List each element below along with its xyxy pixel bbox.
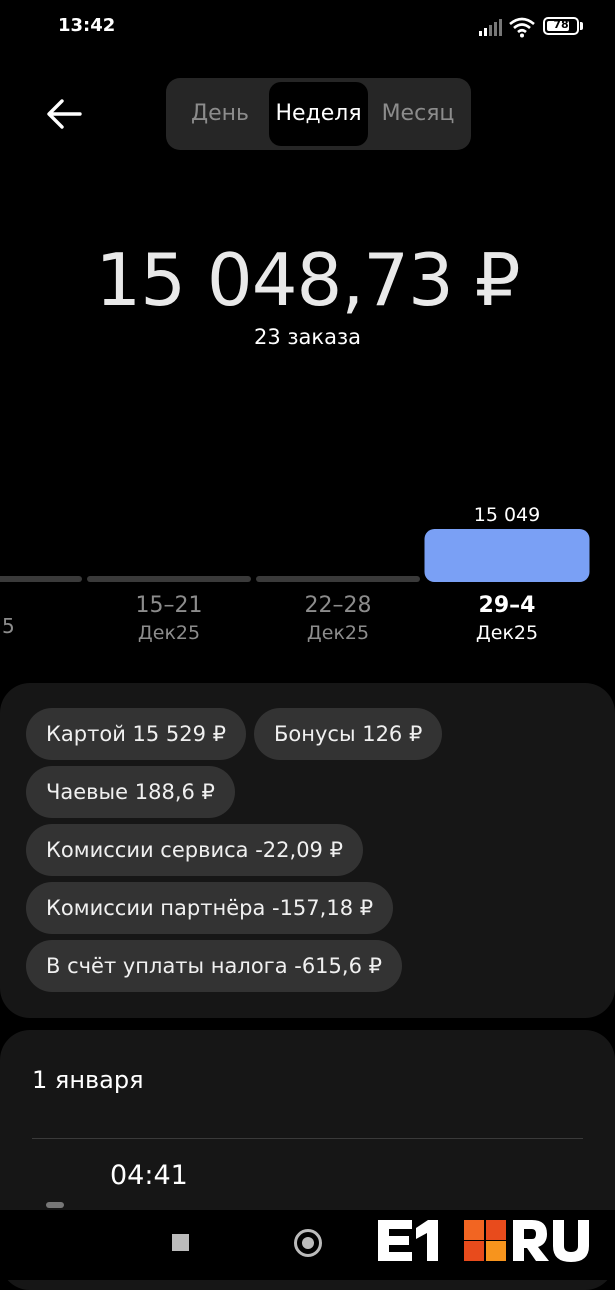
chart-data-label: 15 049	[474, 504, 540, 526]
history-date: 1 января	[32, 1066, 144, 1094]
chart-tick-label-1: 22–28	[305, 593, 372, 618]
tab-month[interactable]: Месяц	[372, 82, 464, 146]
wifi-icon	[509, 17, 535, 38]
battery-percent: 78	[553, 18, 569, 31]
divider	[32, 1138, 583, 1139]
home-icon[interactable]	[294, 1229, 322, 1257]
weekly-earnings-chart[interactable]: Дек25 15–21 Дек25 22–28 Дек25 29–4 Дек25 15 049	[0, 490, 615, 660]
chart-tick-label-0: 15–21	[136, 593, 203, 618]
pill-card: Картой 15 529 ₽	[26, 708, 247, 760]
chart-bar-2[interactable]	[424, 529, 590, 582]
orders-count: 23 заказа	[253, 325, 362, 349]
status-time: 13:42	[58, 15, 116, 36]
breakdown-card: Картой 15 529 ₽ Бонусы 126 ₽ Чаевые 188,…	[0, 683, 615, 1018]
order-time[interactable]: 04:41	[110, 1160, 188, 1191]
recent-apps-icon[interactable]	[172, 1234, 189, 1251]
battery-icon: 78	[543, 17, 579, 35]
battery-tip	[580, 22, 583, 30]
total-amount: 15 048,73 ₽	[95, 238, 520, 322]
arrow-left-icon[interactable]	[40, 92, 88, 136]
order-status-icon	[46, 1202, 64, 1208]
pill-tips: Чаевые 188,6 ₽	[26, 766, 235, 818]
chart-bar-0[interactable]	[87, 576, 251, 582]
pill-tax: В счёт уплаты налога -615,6 ₽	[26, 940, 402, 992]
chart-tick-label-2: 29–4	[479, 593, 536, 618]
pill-partner-fee: Комиссии партнёра -157,18 ₽	[26, 882, 394, 934]
chart-tick-sublabel-2: Дек25	[476, 622, 538, 644]
tab-day[interactable]: День	[174, 82, 266, 146]
chart-bar-1[interactable]	[256, 576, 420, 582]
chart-tick-sublabel-1: Дек25	[307, 622, 369, 644]
e1-logo	[378, 1220, 589, 1262]
chart-tick-sublabel-0: Дек25	[138, 622, 200, 644]
pill-service-fee: Комиссии сервиса -22,09 ₽	[26, 824, 363, 876]
chart-tick-sub-previous: Дек25	[0, 614, 15, 638]
period-switcher: День Неделя Месяц	[166, 78, 471, 150]
tab-week[interactable]: Неделя	[269, 82, 368, 146]
pill-bonuses: Бонусы 126 ₽	[254, 708, 443, 760]
signal-icon	[479, 19, 502, 36]
status-bar: 13:42 78	[0, 0, 615, 56]
chart-bar-previous[interactable]	[0, 576, 82, 582]
